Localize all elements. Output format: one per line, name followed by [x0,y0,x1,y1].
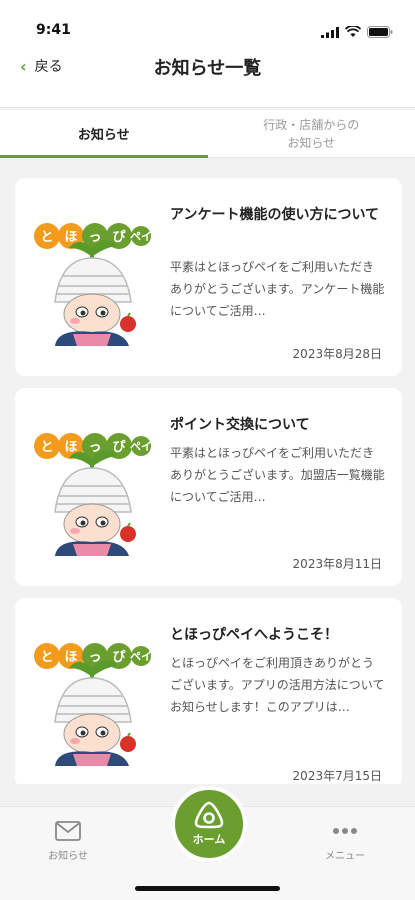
mascot-character [54,240,136,346]
svg-text:ぴ: ぴ [112,440,126,455]
svg-text:ペイ: ペイ [130,230,151,243]
app-header: ‹ 戻る お知らせ一覧 [0,44,415,108]
notice-list[interactable]: と ほ っ ぴ ペイ アンケート機能の使い方について 平素はとほっぴペイをご利用… [0,158,415,784]
svg-text:と: と [40,440,53,455]
mascot-character [54,660,136,766]
logo-wordmark: と ほ っ ぴ ペイ [34,643,151,669]
more-dots-icon [333,828,357,834]
nav-menu[interactable]: メニュー [305,821,385,862]
svg-text:ぴ: ぴ [112,230,126,245]
notice-excerpt: 平素はとほっぴペイをご利用いただきありがとうございます。アンケート機能についてご… [170,260,385,318]
tab-bar: お知らせ 行政・店舗からの お知らせ [0,110,415,158]
tab-notices-label: お知らせ [77,128,130,143]
notice-card[interactable]: と ほ っ ぴ ペイ [15,178,402,376]
signal-icon [321,26,339,38]
notice-title: アンケート機能の使い方について [170,207,380,223]
page-title: お知らせ一覧 [153,58,262,79]
tohoppi-pay-logo: と ほ っ ぴ ペイ [34,223,151,346]
home-indicator [135,886,280,891]
tohoppi-pay-logo: と ほ っ ぴ ペイ [34,433,151,556]
logo-wordmark: と ほ っ ぴ ペイ [34,223,151,249]
nav-notices[interactable]: お知らせ [28,821,108,862]
svg-text:と: と [40,230,53,245]
status-time: 9:41 [36,22,71,38]
nav-menu-label: メニュー [325,851,365,862]
wifi-icon [345,26,361,37]
status-icons [321,26,393,38]
tab-government-store-notices[interactable]: 行政・店舗からの お知らせ [208,110,415,157]
svg-text:と: と [40,650,53,665]
mail-icon [55,821,81,841]
svg-text:ぴ: ぴ [112,650,126,665]
notice-card[interactable]: と ほ っ ぴ ペイ [15,598,402,784]
svg-text:ペイ: ペイ [130,440,151,453]
battery-icon [367,26,393,38]
tohoppi-pay-logo: と ほ っ ぴ ペイ [34,643,151,766]
notice-date: 2023年8月28日 [292,347,382,361]
notice-date: 2023年8月11日 [292,557,382,571]
tab-notices[interactable]: お知らせ [0,110,208,158]
notice-date: 2023年7月15日 [292,769,382,783]
notice-title: とほっぴペイへようこそ！ [170,627,338,643]
tab-government-store-label: 行政・店舗からの お知らせ [263,117,360,150]
home-button[interactable]: ホーム [171,786,247,862]
nav-notices-label: お知らせ [48,851,88,862]
notice-card[interactable]: と ほ っ ぴ ペイ [15,388,402,586]
mascot-character [54,450,136,556]
status-bar: 9:41 [0,0,415,44]
notice-title: ポイント交換について [170,417,310,433]
logo-wordmark: と ほ っ ぴ ペイ [34,433,151,459]
home-logo-icon [194,801,224,829]
svg-text:ペイ: ペイ [130,650,151,663]
notice-excerpt: とほっぴペイをご利用頂きありがとうございます。アプリの活用方法についてお知らせし… [170,656,385,714]
home-label: ホーム [192,833,226,846]
notice-excerpt: 平素はとほっぴペイをご利用いただきありがとうございます。加盟店一覧機能についてご… [170,446,385,504]
